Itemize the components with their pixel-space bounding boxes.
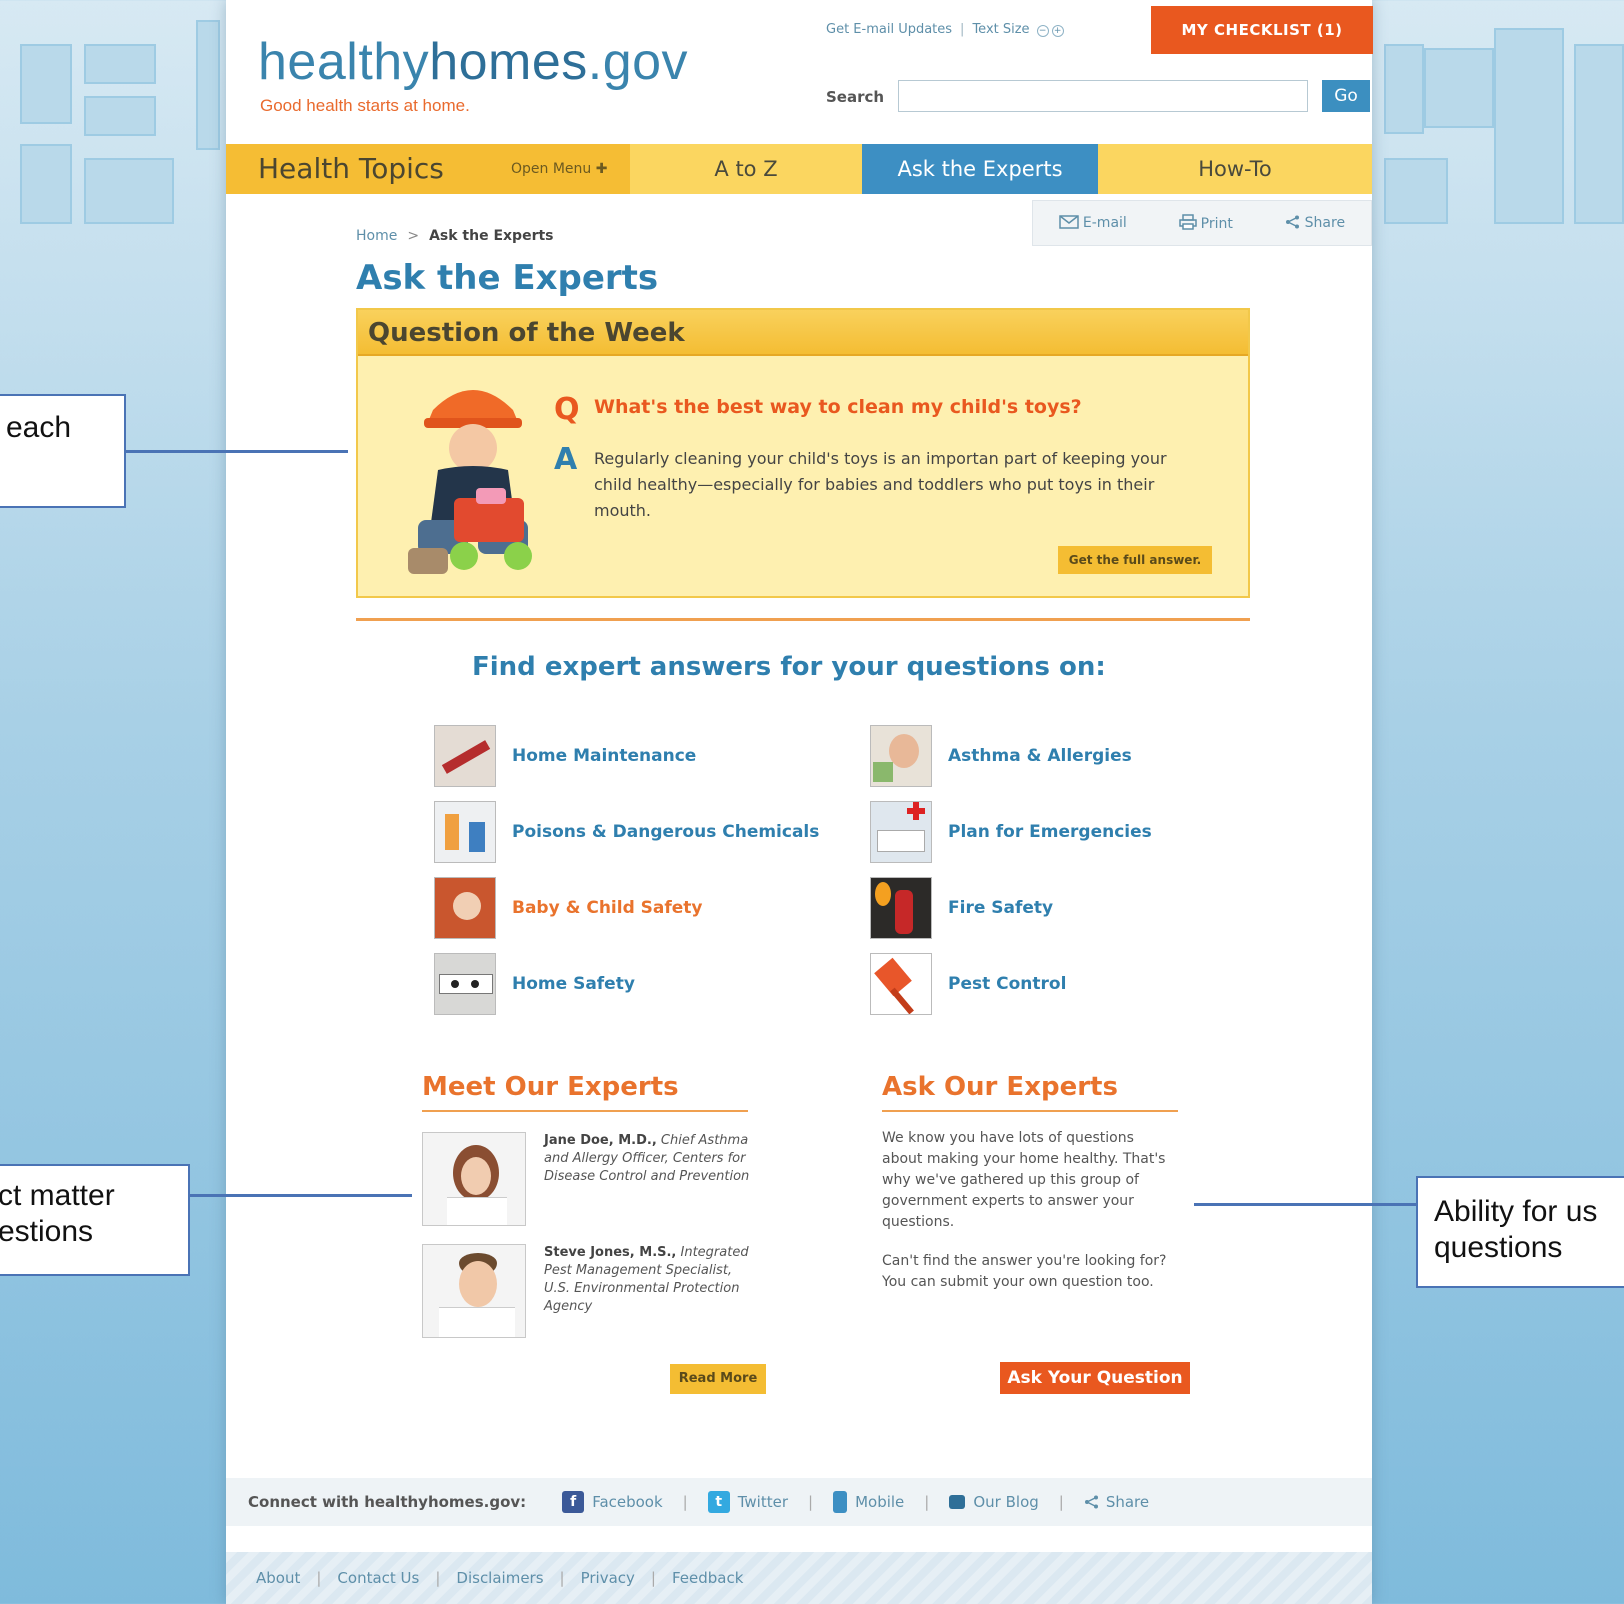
get-full-answer-button[interactable]: Get the full answer.	[1058, 546, 1212, 574]
topic-pest-control[interactable]: Pest Control	[870, 952, 1066, 1016]
print-page-button[interactable]: Print	[1178, 214, 1233, 232]
meet-experts-rule	[422, 1110, 748, 1112]
question-of-the-week: Question of the Week Q What's the best w…	[356, 308, 1250, 598]
footer-contact[interactable]: Contact Us	[337, 1569, 419, 1587]
callout-connector	[1194, 1203, 1416, 1206]
twitter-icon: t	[707, 1491, 730, 1513]
child-with-toy-image	[408, 390, 532, 574]
ask-experts-heading: Ask Our Experts	[882, 1072, 1118, 1102]
topic-poisons-chemicals[interactable]: Poisons & Dangerous Chemicals	[434, 800, 819, 864]
site-footer: About | Contact Us | Disclaimers | Privacy |…	[226, 1552, 1372, 1604]
nav-a-to-z[interactable]: A to Z	[630, 144, 862, 194]
meet-experts-heading: Meet Our Experts	[422, 1072, 679, 1102]
blog-link[interactable]: Our Blog	[949, 1493, 1039, 1511]
answer-letter: A	[554, 442, 578, 477]
site-logo[interactable]: healthyhomes.gov	[258, 32, 688, 92]
pest-control-thumbnail	[870, 953, 932, 1015]
search-label: Search	[826, 88, 885, 106]
topic-fire-safety[interactable]: Fire Safety	[870, 876, 1053, 940]
baby-child-safety-thumbnail	[434, 877, 496, 939]
my-checklist-button[interactable]: MY CHECKLIST (1)	[1151, 6, 1373, 54]
topic-asthma-allergies[interactable]: Asthma & Allergies	[870, 724, 1132, 788]
search-input[interactable]	[898, 80, 1308, 112]
callout-experts: ct matter estions	[0, 1164, 190, 1276]
speech-bubble-icon	[949, 1495, 966, 1509]
breadcrumb: Home > Ask the Experts	[356, 228, 554, 244]
expert-jane-doe[interactable]: Jane Doe, M.D., Chief Asthma and Allergy…	[422, 1132, 754, 1226]
expert-photo-steve-jones	[422, 1244, 526, 1338]
qotw-heading: Question of the Week	[358, 310, 1248, 356]
fire-safety-thumbnail	[870, 877, 932, 939]
breadcrumb-home[interactable]: Home	[356, 228, 397, 244]
connect-label: Connect with healthyhomes.gov:	[248, 1493, 527, 1511]
expert-steve-jones[interactable]: Steve Jones, M.S., Integrated Pest Manag…	[422, 1244, 754, 1338]
envelope-icon	[1059, 215, 1079, 229]
background-houses-right	[1384, 8, 1624, 228]
callout-connector	[126, 450, 348, 453]
share-link[interactable]: Share	[1084, 1493, 1149, 1511]
nav-ask-the-experts[interactable]: Ask the Experts	[862, 144, 1098, 194]
footer-disclaimers[interactable]: Disclaimers	[456, 1569, 543, 1587]
topic-home-safety[interactable]: Home Safety	[434, 952, 635, 1016]
plan-emergencies-thumbnail	[870, 801, 932, 863]
email-page-button[interactable]: E-mail	[1059, 215, 1127, 231]
footer-feedback[interactable]: Feedback	[672, 1569, 743, 1587]
page: healthyhomes.gov Good health starts at h…	[226, 0, 1373, 1604]
nav-how-to[interactable]: How-To	[1098, 144, 1372, 194]
printer-icon	[1178, 214, 1197, 230]
callout-question-of-week: each	[0, 394, 126, 508]
expert-bio: Jane Doe, M.D., Chief Asthma and Allergy…	[544, 1133, 750, 1184]
connect-bar: Connect with healthyhomes.gov: f Facebook…	[226, 1478, 1372, 1526]
background-houses-left	[0, 8, 220, 228]
read-more-button[interactable]: Read More	[670, 1364, 766, 1394]
divider	[356, 618, 1250, 621]
text-size-decrease-icon[interactable]: −	[1036, 25, 1049, 37]
mobile-link[interactable]: Mobile	[833, 1491, 904, 1513]
topic-baby-child-safety[interactable]: Baby & Child Safety	[434, 876, 703, 940]
page-title: Ask the Experts	[356, 258, 659, 298]
email-updates-link[interactable]: Get E-mail Updates	[826, 22, 952, 37]
page-toolbar: E-mail Print Share	[1032, 200, 1372, 246]
share-icon	[1285, 215, 1299, 229]
twitter-link[interactable]: t Twitter	[707, 1491, 788, 1513]
facebook-icon: f	[562, 1491, 585, 1513]
share-icon	[1084, 1495, 1098, 1509]
ask-your-question-button[interactable]: Ask Your Question	[1000, 1362, 1190, 1394]
utility-links: Get E-mail Updates | Text Size − +	[826, 22, 1064, 37]
home-maintenance-thumbnail	[434, 725, 496, 787]
open-menu-button[interactable]: Open Menu ✚	[511, 144, 607, 194]
expert-photo-jane-doe	[422, 1132, 526, 1226]
facebook-link[interactable]: f Facebook	[562, 1491, 663, 1513]
share-page-button[interactable]: Share	[1285, 215, 1345, 231]
search-go-button[interactable]: Go	[1322, 80, 1370, 112]
qotw-answer: Regularly cleaning your child's toys is …	[594, 449, 1167, 520]
callout-connector	[190, 1194, 412, 1197]
asthma-allergies-thumbnail	[870, 725, 932, 787]
question-letter: Q	[554, 392, 580, 427]
main-nav: Health Topics Open Menu ✚ A to Z Ask the…	[226, 144, 1372, 194]
topic-home-maintenance[interactable]: Home Maintenance	[434, 724, 696, 788]
footer-privacy[interactable]: Privacy	[581, 1569, 635, 1587]
ask-experts-rule	[882, 1110, 1178, 1112]
poisons-chemicals-thumbnail	[434, 801, 496, 863]
mobile-phone-icon	[833, 1491, 848, 1513]
footer-about[interactable]: About	[256, 1569, 300, 1587]
text-size-label: Text Size	[972, 22, 1030, 37]
breadcrumb-current: Ask the Experts	[429, 228, 554, 244]
ask-experts-text: We know you have lots of questions about…	[882, 1130, 1167, 1290]
site-tagline: Good health starts at home.	[260, 96, 470, 115]
qotw-question[interactable]: What's the best way to clean my child's …	[594, 396, 1082, 418]
expert-bio: Steve Jones, M.S., Integrated Pest Manag…	[544, 1245, 749, 1314]
callout-ask-questions: Ability for us questions	[1416, 1176, 1624, 1288]
text-size-increase-icon[interactable]: +	[1051, 25, 1064, 37]
nav-health-topics[interactable]: Health Topics Open Menu ✚	[226, 144, 630, 194]
find-answers-heading: Find expert answers for your questions o…	[472, 652, 1106, 682]
topic-plan-emergencies[interactable]: Plan for Emergencies	[870, 800, 1152, 864]
home-safety-thumbnail	[434, 953, 496, 1015]
site-header: healthyhomes.gov Good health starts at h…	[226, 0, 1373, 140]
